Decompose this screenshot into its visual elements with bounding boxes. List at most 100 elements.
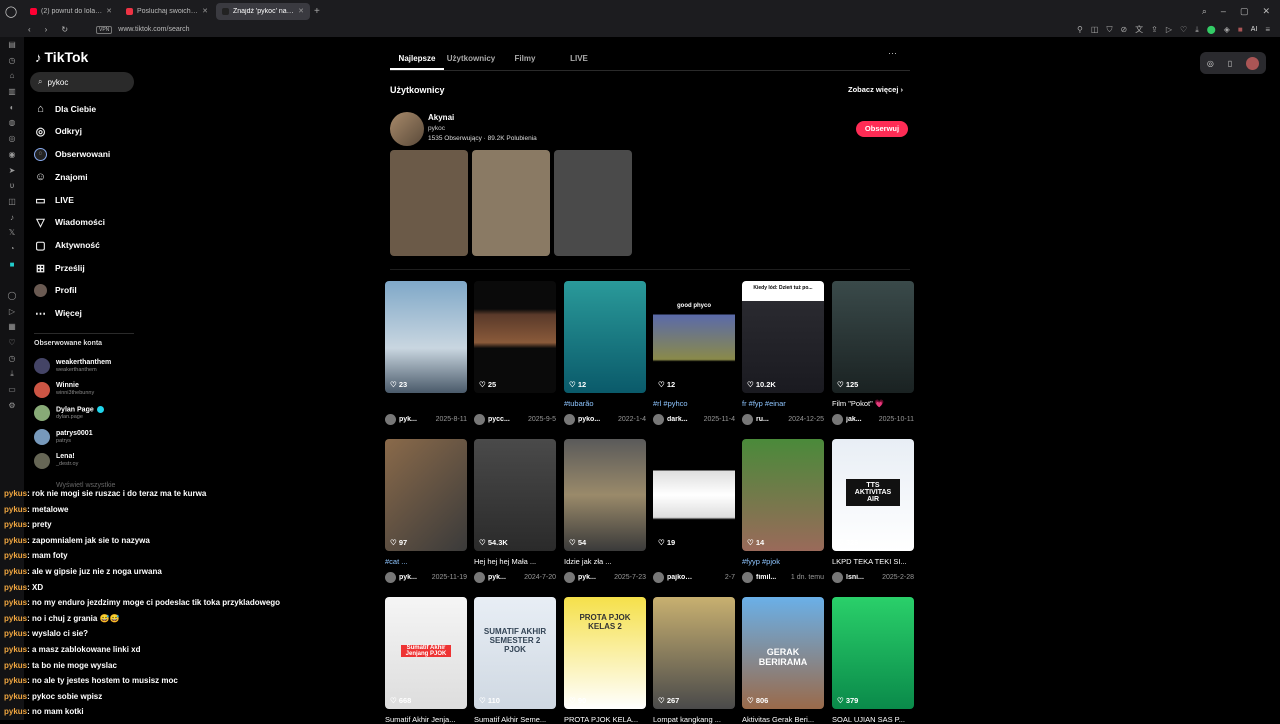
video-caption[interactable]: Idzie jak zła ... — [564, 557, 646, 566]
x-icon[interactable]: 𝕏 — [0, 225, 24, 241]
video-card[interactable]: ♡ 379 SOAL UJIAN SAS P... — [832, 597, 914, 724]
vpn-badge[interactable]: VPN — [96, 25, 113, 34]
video-caption[interactable]: #fyyp #pjok — [742, 557, 824, 566]
back-icon[interactable]: ‹ — [28, 25, 31, 34]
video-thumbnail[interactable]: ♡ 25 — [474, 281, 556, 393]
video-caption[interactable]: fr #fyp #einar — [742, 399, 824, 408]
aria-icon[interactable]: ◐ — [0, 100, 24, 116]
author-name[interactable]: pyk... — [578, 574, 596, 581]
download-icon[interactable]: ⤓ — [1195, 25, 1199, 35]
video-thumbnail[interactable]: PROTA PJOK KELAS 2 ♡ 90 — [564, 597, 646, 709]
video-card[interactable]: ♡ 12 #tubarão pyko... 2022-1-4 — [564, 281, 646, 425]
tiktok-logo[interactable]: ♪ TikTok — [35, 49, 88, 65]
author-name[interactable]: ru... — [756, 416, 769, 423]
followed-account[interactable]: Lena! _destr.oy — [34, 450, 78, 472]
user-video-thumb[interactable] — [472, 150, 550, 256]
followed-account[interactable]: patrys0001 patrys — [34, 426, 93, 448]
video-card[interactable]: Kiedy lód: Dzień tuż po... ♡ 10.2K fr #fyp… — [742, 281, 824, 425]
video-thumbnail[interactable]: ♡ 97 — [385, 439, 467, 551]
author-name[interactable]: pycc... — [488, 416, 510, 423]
shield-icon[interactable]: ⛉ — [1106, 25, 1112, 35]
nav-item-odkryj[interactable]: ◎ Odkryj — [34, 122, 82, 140]
video-thumbnail[interactable]: ♡ 14 — [742, 439, 824, 551]
video-thumbnail[interactable]: ♡ 23 — [385, 281, 467, 393]
video-card[interactable]: ♡ 54.3K Hej hej hej Mała ... pyk... 2024-7-… — [474, 439, 556, 583]
chat-icon[interactable]: ◎ — [0, 131, 24, 147]
video-card[interactable]: TTS AKTIVITAS AIR ♡ 326 LKPD TEKA TEKI SI.… — [832, 439, 914, 583]
video-thumbnail[interactable]: good phyco ♡ 12 — [653, 281, 735, 393]
forward-icon[interactable]: › — [45, 25, 48, 34]
video-card[interactable]: ♡ 25 pycc... 2025-9-5 — [474, 281, 556, 425]
video-caption[interactable]: LKPD TEKA TEKI SI... — [832, 557, 914, 566]
instagram-icon[interactable]: ◫ — [0, 194, 24, 210]
browser-tab[interactable]: Posluchaj swoich polubien... ✕ — [120, 3, 214, 20]
snapshot-icon[interactable]: ◫ — [1091, 25, 1099, 34]
menu-icon[interactable]: ≡ — [1265, 25, 1270, 34]
author-name[interactable]: fimil... — [756, 574, 776, 581]
heart-sidebar-icon[interactable]: ♡ — [0, 335, 24, 351]
nav-item-aktywno-[interactable]: ▢ Aktywność — [34, 236, 100, 254]
url-field[interactable]: www.tiktok.com/search — [118, 26, 189, 33]
tab-filmy[interactable]: Filmy — [498, 47, 552, 70]
video-thumbnail[interactable]: ♡ 19 — [653, 439, 735, 551]
video-card[interactable]: ♡ 14 #fyyp #pjok fimil... 1 dn. temu — [742, 439, 824, 583]
extensions-icon[interactable]: ⌂ — [0, 68, 24, 84]
box-icon[interactable]: ▭ — [0, 382, 24, 398]
followed-account[interactable]: Dylan Page dylan.page — [34, 402, 104, 424]
video-card[interactable]: ♡ 23 pyk... 2025-8-11 — [385, 281, 467, 425]
video-card[interactable]: ♡ 267 Lompat kangkang ... — [653, 597, 735, 724]
music-icon[interactable]: ◯ — [0, 288, 24, 304]
video-caption[interactable]: Film "Pokot" 💗 — [832, 399, 914, 408]
author-name[interactable]: pajko118 — [667, 574, 695, 581]
follow-button[interactable]: Obserwuj — [856, 121, 908, 137]
download-sidebar-icon[interactable]: ⤓ — [0, 366, 24, 382]
profile-icon[interactable]: ■ — [1238, 25, 1243, 34]
user-video-thumb[interactable] — [554, 150, 632, 256]
messenger-icon[interactable]: ◍ — [0, 115, 24, 131]
bookmarks-icon[interactable]: ▥ — [0, 84, 24, 100]
user-video-thumb[interactable] — [390, 150, 468, 256]
video-card[interactable]: PROTA PJOK KELAS 2 ♡ 90 PROTA PJOK KELA... — [564, 597, 646, 724]
app-icon[interactable]: ■ — [0, 257, 24, 273]
nav-item-prze-lij[interactable]: ⊞ Prześlij — [34, 259, 85, 277]
see-more-link[interactable]: Zobacz więcej › — [848, 85, 903, 94]
nav-item-obserwowani[interactable]: ◌ Obserwowani — [34, 145, 110, 163]
clock-icon[interactable]: ◷ — [0, 351, 24, 367]
author-name[interactable]: lsni... — [846, 574, 864, 581]
search-tabs-icon[interactable]: ⌕ — [1202, 6, 1207, 17]
author-name[interactable]: pyk... — [488, 574, 506, 581]
user-avatar[interactable] — [390, 112, 424, 146]
history-icon[interactable]: ◷ — [0, 53, 24, 69]
green-shield-icon[interactable]: ⬤ — [1207, 25, 1216, 34]
nav-item-wiadomo-ci[interactable]: ▽ Wiadomości — [34, 213, 105, 231]
new-tab-button[interactable]: + — [314, 6, 320, 17]
vpn-icon[interactable]: ◈ — [1224, 25, 1230, 34]
author-name[interactable]: pyko... — [578, 416, 600, 423]
tab-najlepsze[interactable]: Najlepsze — [390, 47, 444, 70]
close-tab-icon[interactable]: ✕ — [106, 7, 112, 15]
video-card[interactable]: ♡ 97 #cat ... pyk... 2025-11-19 — [385, 439, 467, 583]
video-card[interactable]: SUMATIF AKHIR SEMESTER 2 PJOK ♡ 110 Sumati… — [474, 597, 556, 724]
browser-tab[interactable]: Znajdź 'pykoc' na TikTok ✕ — [216, 2, 310, 20]
close-tab-icon[interactable]: ✕ — [202, 7, 208, 15]
player-icon[interactable]: ▷ — [0, 304, 24, 320]
video-card[interactable]: ♡ 19 pajko118 2-7 — [653, 439, 735, 583]
video-card[interactable]: ♡ 125 Film "Pokot" 💗 jak... 2025-10-11 — [832, 281, 914, 425]
discord-icon[interactable]: ◔ — [0, 241, 24, 257]
followed-account[interactable]: weakerthanthem weakerthanthem — [34, 355, 111, 377]
browser-tab[interactable]: (2) powrut do lola - YouTube ✕ — [24, 3, 118, 20]
video-thumbnail[interactable]: TTS AKTIVITAS AIR ♡ 326 — [832, 439, 914, 551]
nav-item-znajomi[interactable]: ☺ Znajomi — [34, 168, 88, 186]
telegram-icon[interactable]: ➤ — [0, 163, 24, 179]
ai-button[interactable]: AI — [1251, 26, 1258, 33]
share-icon[interactable]: ⇪ — [1151, 25, 1158, 34]
video-thumbnail[interactable]: Kiedy lód: Dzień tuż po... ♡ 10.2K — [742, 281, 824, 393]
bookmark-icon[interactable]: ⚲ — [1077, 25, 1083, 34]
search-input[interactable]: ⌕ pykoc — [30, 72, 134, 92]
minimize-button[interactable]: – — [1221, 6, 1226, 17]
opera-logo-icon[interactable]: ◯ — [0, 5, 22, 18]
video-thumbnail[interactable]: ♡ 54.3K — [474, 439, 556, 551]
author-name[interactable]: pyk... — [399, 574, 417, 581]
grid-icon[interactable]: ▦ — [0, 319, 24, 335]
video-card[interactable]: ♡ 54 Idzie jak zła ... pyk... 2025-7-23 — [564, 439, 646, 583]
